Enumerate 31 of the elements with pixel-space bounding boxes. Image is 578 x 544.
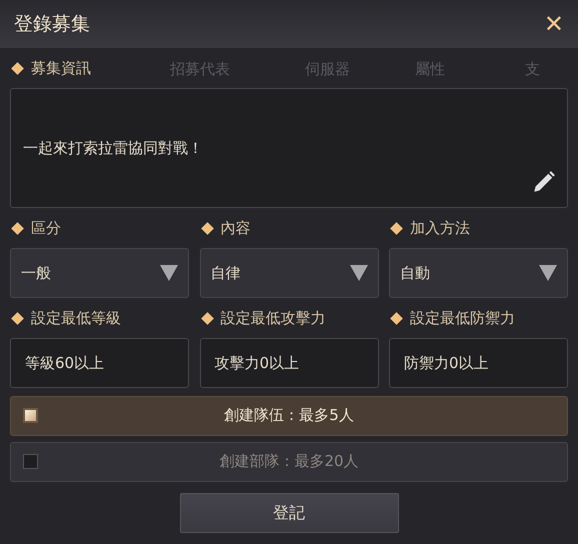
message-field[interactable]: 一起來打索拉雷協同對戰！ xyxy=(10,88,568,208)
option-label: 創建部隊：最多20人 xyxy=(218,451,360,472)
option-row[interactable]: 創建部隊：最多20人 xyxy=(10,442,568,482)
field-label: 內容 xyxy=(220,218,250,239)
checkbox[interactable] xyxy=(23,408,38,423)
background-column-header: 伺服器 xyxy=(305,59,350,80)
background-column-header: 招募代表 xyxy=(170,59,230,80)
input-field[interactable]: 防禦力0以上 xyxy=(389,338,568,388)
background-column-header: 支 xyxy=(525,59,540,80)
field-label: 加入方法 xyxy=(410,218,470,239)
dropdown-arrow-icon xyxy=(539,265,557,281)
dropdown-arrow-icon xyxy=(160,265,178,281)
window-title: 登錄募集 xyxy=(14,12,90,37)
field-label: 設定最低等級 xyxy=(31,308,121,329)
dropdown[interactable]: 自律 xyxy=(200,248,378,298)
field-label: 設定最低防禦力 xyxy=(410,308,515,329)
field-label: 設定最低攻擊力 xyxy=(220,308,326,329)
field-label: 區分 xyxy=(31,218,61,239)
section-heading: 募集資訊 xyxy=(31,58,91,79)
dropdown[interactable]: 自動 xyxy=(389,248,568,298)
register-button[interactable]: 登記 xyxy=(180,492,398,532)
message-text: 一起來打索拉雷協同對戰！ xyxy=(23,138,203,159)
checkbox[interactable] xyxy=(23,454,38,469)
input-field[interactable]: 攻擊力0以上 xyxy=(200,338,378,388)
dropdown-arrow-icon xyxy=(350,265,368,281)
background-column-header: 屬性 xyxy=(415,59,445,80)
input-field[interactable]: 等級60以上 xyxy=(10,338,189,388)
close-button[interactable]: ✕ xyxy=(542,12,566,36)
option-row[interactable]: 創建隊伍：最多5人 xyxy=(10,396,568,436)
dropdown[interactable]: 一般 xyxy=(10,248,189,298)
option-label: 創建隊伍：最多5人 xyxy=(223,405,355,426)
